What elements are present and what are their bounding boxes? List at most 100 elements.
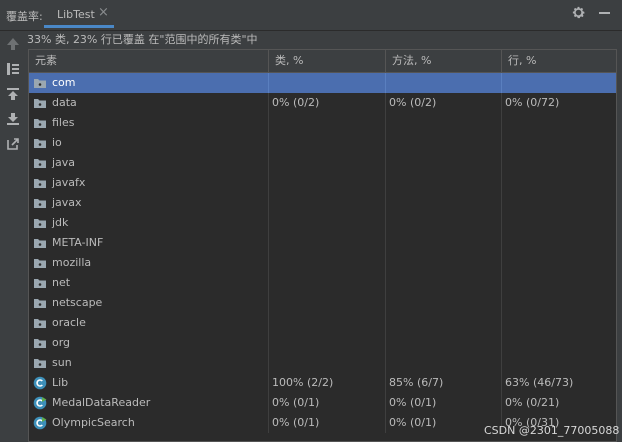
package-folder-icon xyxy=(33,96,47,110)
column-header-line[interactable]: 行, % xyxy=(502,50,616,72)
column-header-element[interactable]: 元素 xyxy=(29,50,269,72)
package-folder-icon xyxy=(33,76,47,90)
table-row[interactable]: oracle xyxy=(29,313,616,333)
class-coverage-cell xyxy=(269,193,386,213)
class-coverage-cell xyxy=(269,293,386,313)
element-name: MedalDataReader xyxy=(52,396,151,409)
package-folder-icon xyxy=(33,136,47,150)
method-coverage-cell xyxy=(386,313,502,333)
element-cell: Lib xyxy=(29,373,269,393)
class-coverage-cell xyxy=(269,313,386,333)
gear-icon[interactable] xyxy=(571,5,586,24)
line-coverage-cell: 0% (0/72) xyxy=(505,96,560,109)
element-cell: files xyxy=(29,113,269,133)
element-cell: MedalDataReader xyxy=(29,393,269,413)
method-coverage-cell xyxy=(386,193,502,213)
class-coverage-cell xyxy=(269,333,386,353)
runnable-class-icon xyxy=(33,396,47,410)
element-cell: com xyxy=(29,73,269,93)
table-row[interactable]: sun xyxy=(29,353,616,373)
coverage-toolbar xyxy=(0,31,26,442)
class-coverage-cell xyxy=(269,153,386,173)
class-coverage-cell xyxy=(269,73,386,93)
method-coverage-cell: 0% (0/1) xyxy=(386,393,502,413)
table-row[interactable]: jdk xyxy=(29,213,616,233)
package-folder-icon xyxy=(33,116,47,130)
class-coverage-cell xyxy=(269,353,386,373)
package-folder-icon xyxy=(33,296,47,310)
line-coverage-cell xyxy=(502,173,616,193)
line-coverage-cell xyxy=(502,273,616,293)
tool-window-title: 覆盖率: xyxy=(6,10,43,23)
method-coverage-cell: 85% (6/7) xyxy=(386,373,502,393)
element-name: Lib xyxy=(52,376,69,389)
line-coverage-cell xyxy=(502,293,616,313)
table-row[interactable]: mozilla xyxy=(29,253,616,273)
class-coverage-cell xyxy=(269,233,386,253)
table-row[interactable]: javax xyxy=(29,193,616,213)
package-folder-icon xyxy=(33,356,47,370)
class-coverage-cell: 0% (0/1) xyxy=(269,413,386,433)
table-row[interactable]: com xyxy=(29,73,616,93)
arrow-up-icon[interactable] xyxy=(6,37,22,53)
package-folder-icon xyxy=(33,276,47,290)
element-name: javafx xyxy=(52,176,86,189)
class-coverage-cell xyxy=(269,133,386,153)
class-coverage-cell xyxy=(269,253,386,273)
package-folder-icon xyxy=(33,156,47,170)
package-folder-icon xyxy=(33,256,47,270)
element-cell: javax xyxy=(29,193,269,213)
class-icon xyxy=(33,376,47,390)
package-folder-icon xyxy=(33,176,47,190)
coverage-summary: 33% 类, 23% 行已覆盖 在"范围中的所有类"中 xyxy=(27,33,258,46)
line-coverage-cell xyxy=(502,133,616,153)
element-name: org xyxy=(52,336,71,349)
element-name: sun xyxy=(52,356,72,369)
method-coverage-cell xyxy=(386,353,502,373)
line-coverage-cell: 0% (0/21) xyxy=(505,396,560,409)
line-coverage-cell xyxy=(502,113,616,133)
package-folder-icon xyxy=(33,336,47,350)
import-icon[interactable] xyxy=(6,87,22,103)
table-row[interactable]: META-INF xyxy=(29,233,616,253)
line-coverage-cell xyxy=(502,253,616,273)
export-icon[interactable] xyxy=(6,112,22,128)
column-header-method[interactable]: 方法, % xyxy=(386,50,502,72)
table-row[interactable]: netscape xyxy=(29,293,616,313)
line-coverage-cell xyxy=(502,193,616,213)
line-coverage-cell xyxy=(502,313,616,333)
tab-libtest[interactable]: LibTest × xyxy=(44,0,114,28)
table-row[interactable]: org xyxy=(29,333,616,353)
class-coverage-cell xyxy=(269,213,386,233)
line-coverage-cell xyxy=(502,73,616,93)
method-coverage-cell xyxy=(386,173,502,193)
class-coverage-cell: 0% (0/2) xyxy=(269,93,386,113)
line-coverage-cell xyxy=(502,353,616,373)
element-name: jdk xyxy=(52,216,69,229)
minimize-icon[interactable] xyxy=(598,5,611,24)
coverage-table: 元素 类, % 方法, % 行, % com data 0% (0/2) 0% (0/… xyxy=(28,49,617,442)
flatten-packages-icon[interactable] xyxy=(6,62,22,78)
table-row[interactable]: MedalDataReader 0% (0/1) 0% (0/1) 0% (0/21) xyxy=(29,393,616,413)
method-coverage-cell xyxy=(386,253,502,273)
table-row[interactable]: io xyxy=(29,133,616,153)
close-icon[interactable]: × xyxy=(98,5,109,20)
package-folder-icon xyxy=(33,216,47,230)
tab-label: LibTest xyxy=(57,8,95,21)
column-header-class[interactable]: 类, % xyxy=(269,50,386,72)
method-coverage-cell xyxy=(386,333,502,353)
element-cell: mozilla xyxy=(29,253,269,273)
table-row[interactable]: java xyxy=(29,153,616,173)
line-coverage-cell xyxy=(502,153,616,173)
element-cell: java xyxy=(29,153,269,173)
class-coverage-cell xyxy=(269,113,386,133)
method-coverage-cell xyxy=(386,113,502,133)
table-row[interactable]: Lib 100% (2/2) 85% (6/7) 63% (46/73) xyxy=(29,373,616,393)
table-row[interactable]: files xyxy=(29,113,616,133)
jump-to-source-icon[interactable] xyxy=(6,137,22,153)
table-row[interactable]: javafx xyxy=(29,173,616,193)
element-name: mozilla xyxy=(52,256,92,269)
table-row[interactable]: data 0% (0/2) 0% (0/2) 0% (0/72) xyxy=(29,93,616,113)
element-cell: META-INF xyxy=(29,233,269,253)
table-row[interactable]: net xyxy=(29,273,616,293)
